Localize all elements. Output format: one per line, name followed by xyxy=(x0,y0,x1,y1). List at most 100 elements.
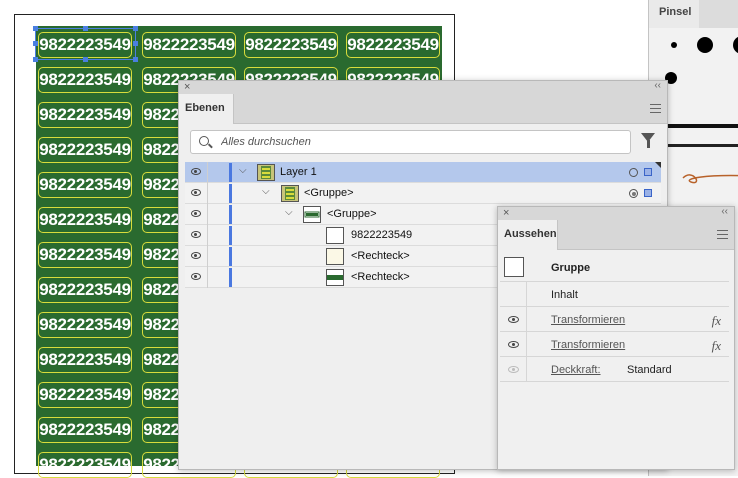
tab-brushes[interactable]: Pinsel xyxy=(649,0,699,28)
barcode-label[interactable]: 9822223549 xyxy=(38,102,132,128)
brush-tabbar: Pinsel xyxy=(649,0,738,28)
close-icon[interactable]: × xyxy=(503,207,509,219)
row-separator xyxy=(526,282,527,307)
barcode-label[interactable]: 9822223549 xyxy=(142,32,236,58)
barcode-label[interactable]: 9822223549 xyxy=(38,277,132,303)
search-icon xyxy=(199,136,209,146)
target-circle-icon[interactable] xyxy=(629,189,638,198)
effect-link[interactable]: Transformieren xyxy=(551,339,625,351)
selection-indicator[interactable] xyxy=(644,189,652,197)
chevron-down-icon[interactable]: ⌵ xyxy=(239,165,247,176)
tab-appearance[interactable]: Aussehen xyxy=(498,220,558,250)
barcode-label[interactable]: 9822223549 xyxy=(38,137,132,163)
layer-thumbnail xyxy=(281,185,299,202)
barcode-label[interactable]: 9822223549 xyxy=(38,417,132,443)
layer-thumbnail xyxy=(303,206,321,223)
layers-search xyxy=(190,130,631,154)
appearance-effect-row[interactable]: Transformieren fx xyxy=(500,307,729,332)
row-separator xyxy=(526,357,527,382)
panel-menu-icon[interactable] xyxy=(717,230,728,239)
object-thumbnail xyxy=(504,257,524,277)
brush-dot-large[interactable] xyxy=(733,36,738,54)
brush-dot-small[interactable] xyxy=(671,42,677,48)
barcode-label[interactable]: 9822223549 xyxy=(38,67,132,93)
appearance-content-row[interactable]: Inhalt xyxy=(500,282,729,307)
brush-stroke-calligraphic[interactable] xyxy=(663,164,738,188)
visibility-eye-icon[interactable] xyxy=(191,168,201,175)
row-separator xyxy=(526,332,527,357)
visibility-eye-icon[interactable] xyxy=(191,189,201,196)
visibility-eye-icon[interactable] xyxy=(508,341,519,348)
barcode-label[interactable]: 9822223549 xyxy=(38,242,132,268)
fx-icon[interactable]: fx xyxy=(712,338,721,354)
visibility-eye-icon[interactable] xyxy=(508,316,519,323)
brush-stroke-charcoal[interactable] xyxy=(663,124,738,128)
lock-column[interactable] xyxy=(207,162,208,183)
visibility-eye-icon[interactable] xyxy=(191,210,201,217)
layer-color-bar xyxy=(229,205,232,224)
effect-link[interactable]: Transformieren xyxy=(551,314,625,326)
brush-dot-large[interactable] xyxy=(697,37,713,53)
layer-color-bar xyxy=(229,163,232,182)
chevron-down-icon[interactable]: ⌵ xyxy=(262,186,270,197)
panel-titlebar: × ‹‹ xyxy=(498,206,734,220)
layer-name[interactable]: <Rechteck> xyxy=(351,271,410,283)
panel-titlebar: × ‹‹ xyxy=(179,80,667,94)
collapse-icon[interactable]: ‹‹ xyxy=(721,206,728,217)
layer-color-bar xyxy=(229,184,232,203)
barcode-label[interactable]: 9822223549 xyxy=(38,312,132,338)
lock-column[interactable] xyxy=(207,267,208,288)
row-separator xyxy=(526,307,527,332)
selection-corner xyxy=(655,162,661,168)
selection-indicator[interactable] xyxy=(644,168,652,176)
layer-name[interactable]: <Gruppe> xyxy=(304,187,354,199)
barcode-label[interactable]: 9822223549 xyxy=(38,347,132,373)
layer-row[interactable]: ⌵ Layer 1 xyxy=(185,162,661,183)
filter-icon[interactable] xyxy=(641,133,655,148)
layer-name[interactable]: 9822223549 xyxy=(351,229,412,241)
appearance-object-row: Gruppe xyxy=(500,254,729,282)
appearance-effect-row[interactable]: Transformieren fx xyxy=(500,332,729,357)
layer-name[interactable]: Layer 1 xyxy=(280,166,317,178)
opacity-value: Standard xyxy=(627,364,672,376)
barcode-label[interactable]: 9822223549 xyxy=(38,452,132,478)
layer-color-bar xyxy=(229,268,232,287)
barcode-label[interactable]: 9822223549 xyxy=(244,32,338,58)
barcode-label[interactable]: 9822223549 xyxy=(38,32,132,58)
fx-icon[interactable]: fx xyxy=(712,313,721,329)
panel-menu-icon[interactable] xyxy=(650,104,661,113)
search-input[interactable] xyxy=(219,134,619,150)
layer-thumbnail xyxy=(326,248,344,265)
close-icon[interactable]: × xyxy=(184,81,190,93)
layer-name[interactable]: <Gruppe> xyxy=(327,208,377,220)
layer-row[interactable]: ⌵ <Gruppe> xyxy=(185,183,661,204)
lock-column[interactable] xyxy=(207,204,208,225)
visibility-eye-icon[interactable] xyxy=(191,252,201,259)
target-circle-icon[interactable] xyxy=(629,168,638,177)
appearance-opacity-row[interactable]: Deckkraft: Standard xyxy=(500,357,729,382)
visibility-eye-icon[interactable] xyxy=(191,231,201,238)
brush-stroke-ink[interactable] xyxy=(663,144,738,147)
layer-thumbnail xyxy=(326,227,344,244)
content-label[interactable]: Inhalt xyxy=(551,289,578,301)
barcode-label[interactable]: 9822223549 xyxy=(38,382,132,408)
lock-column[interactable] xyxy=(207,183,208,204)
layer-color-bar xyxy=(229,226,232,245)
layer-name[interactable]: <Rechteck> xyxy=(351,250,410,262)
tab-layers[interactable]: Ebenen xyxy=(179,94,234,124)
appearance-tabbar: Aussehen xyxy=(498,220,734,250)
opacity-link[interactable]: Deckkraft: xyxy=(551,364,601,376)
visibility-eye-icon[interactable] xyxy=(191,273,201,280)
chevron-down-icon[interactable]: ⌵ xyxy=(285,207,293,218)
layer-color-bar xyxy=(229,247,232,266)
barcode-label[interactable]: 9822223549 xyxy=(346,32,440,58)
lock-column[interactable] xyxy=(207,246,208,267)
object-type: Gruppe xyxy=(551,262,591,274)
barcode-label[interactable]: 9822223549 xyxy=(38,172,132,198)
collapse-icon[interactable]: ‹‹ xyxy=(654,80,661,91)
appearance-panel: × ‹‹ Aussehen Gruppe Inhalt Transformier… xyxy=(497,206,735,470)
layer-thumbnail xyxy=(257,164,275,181)
visibility-eye-icon[interactable] xyxy=(508,366,519,373)
lock-column[interactable] xyxy=(207,225,208,246)
barcode-label[interactable]: 9822223549 xyxy=(38,207,132,233)
